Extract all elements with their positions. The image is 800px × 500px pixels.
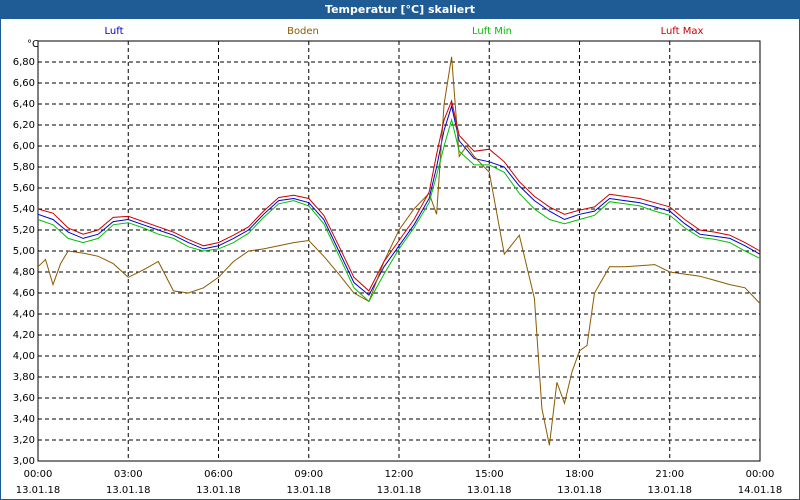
y-tick-label: 6,60	[13, 78, 35, 89]
y-tick-label: 6,80	[13, 57, 35, 68]
x-tick-time: 09:00	[294, 469, 323, 480]
y-tick-label: 4,40	[13, 309, 35, 320]
x-tick-date: 13.01.18	[196, 485, 241, 496]
y-tick-label: 5,60	[13, 183, 35, 194]
y-tick-label: 3,20	[13, 435, 35, 446]
y-tick-label: 4,80	[13, 267, 35, 278]
x-tick-date: 13.01.18	[106, 485, 151, 496]
x-tick-date: 13.01.18	[647, 485, 692, 496]
x-tick-time: 18:00	[565, 469, 594, 480]
legend: Luft Boden Luft Min Luft Max	[105, 26, 704, 37]
x-tick-date: 13.01.18	[286, 485, 331, 496]
x-tick-time: 00:00	[24, 469, 53, 480]
y-tick-label: 4,20	[13, 330, 35, 341]
x-tick-date: 14.01.18	[738, 485, 783, 496]
y-tick-label: 5,20	[13, 225, 35, 236]
legend-item-luft-min: Luft Min	[472, 26, 512, 37]
chart-svg: 3,00 3,20 3,40 3,60 3,80 4,00 4,20 4,40 4,60 4,80…	[13, 26, 783, 496]
x-tick-date: 13.01.18	[377, 485, 422, 496]
y-tick-label: 3,00	[13, 456, 35, 467]
y-tick-label: 3,40	[13, 414, 35, 425]
x-tick-time: 15:00	[475, 469, 504, 480]
x-tick-time: 21:00	[655, 469, 684, 480]
y-tick-label: 6,20	[13, 120, 35, 131]
y-axis-unit: °C	[27, 39, 39, 50]
grid	[38, 41, 760, 462]
x-tick-labels: 00:00 13.01.18 03:00 13.01.18 06:00 13.01.18 0…	[16, 469, 783, 496]
y-tick-label: 4,60	[13, 288, 35, 299]
x-tick-date: 13.01.18	[16, 485, 61, 496]
y-tick-label: 6,00	[13, 141, 35, 152]
y-tick-labels: 3,00 3,20 3,40 3,60 3,80 4,00 4,20 4,40 4,60 4,80…	[13, 57, 35, 467]
legend-item-boden: Boden	[287, 26, 319, 37]
y-tick-label: 5,80	[13, 162, 35, 173]
y-tick-label: 3,80	[13, 372, 35, 383]
x-tick-time: 12:00	[385, 469, 414, 480]
x-tick-time: 00:00	[746, 469, 775, 480]
legend-item-luft: Luft	[105, 26, 124, 37]
y-tick-label: 3,60	[13, 393, 35, 404]
x-tick-time: 06:00	[204, 469, 233, 480]
y-tick-label: 5,40	[13, 204, 35, 215]
x-tick-date: 13.01.18	[467, 485, 512, 496]
legend-item-luft-max: Luft Max	[661, 26, 704, 37]
x-tick-time: 03:00	[114, 469, 143, 480]
y-tick-label: 5,00	[13, 246, 35, 257]
y-tick-label: 4,00	[13, 351, 35, 362]
y-tick-label: 6,40	[13, 99, 35, 110]
x-tick-date: 13.01.18	[557, 485, 602, 496]
